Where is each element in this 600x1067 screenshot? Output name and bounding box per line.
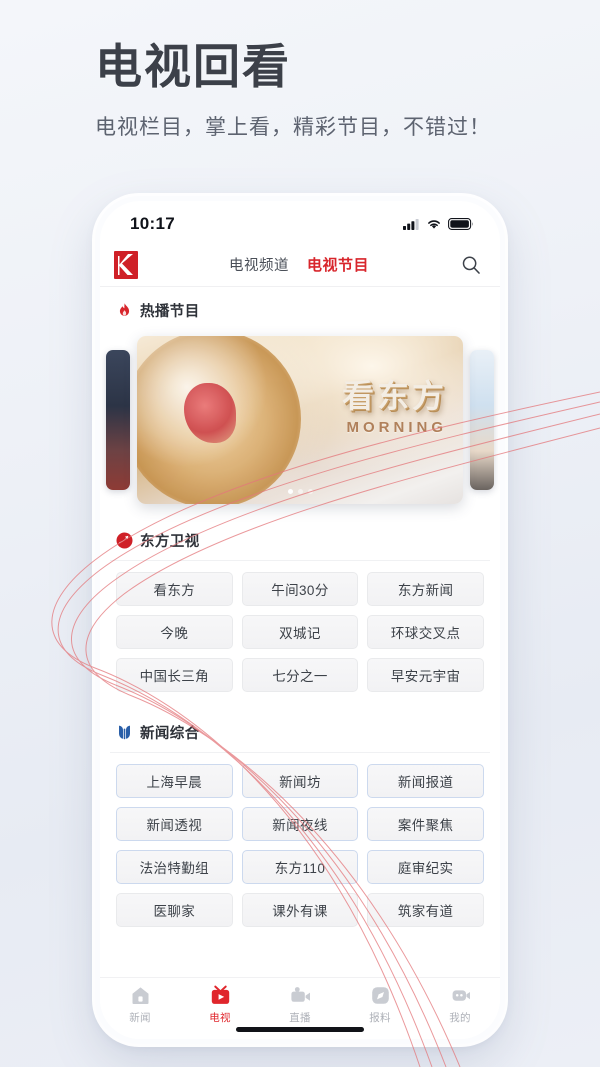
tabbar-item-live[interactable]: 直播	[267, 984, 333, 1025]
program-chip[interactable]: 今晚	[116, 615, 233, 649]
tabbar-label-mine: 我的	[449, 1012, 471, 1024]
page-subtitle: 电视栏目，掌上看，精彩节目，不错过！	[95, 115, 491, 139]
carousel-prev-slide[interactable]	[106, 350, 130, 490]
program-chip[interactable]: 午间30分	[241, 572, 359, 606]
search-icon[interactable]	[460, 254, 482, 276]
program-chip[interactable]: 课外有课	[241, 893, 359, 927]
carousel-next-slide[interactable]	[470, 350, 494, 490]
program-chip[interactable]: 新闻夜线	[241, 807, 359, 841]
program-chip[interactable]: 筑家有道	[367, 893, 484, 927]
tabbar-item-mine[interactable]: 我的	[427, 984, 493, 1025]
program-chip[interactable]: 早安元宇宙	[367, 658, 484, 692]
tabbar-label-report: 报料	[369, 1012, 391, 1024]
program-grid-news-comprehensive: 上海早晨 新闻坊 新闻报道 新闻透视 新闻夜线 案件聚焦 法治特勤组 东方110…	[110, 753, 490, 933]
phone-mockup: 10:17 电视频道 电视节目 热播节目 看东方 MORNING 东方卫视 看东…	[95, 196, 505, 1044]
program-chip[interactable]: 上海早晨	[116, 764, 233, 798]
carousel-dot-2[interactable]	[297, 489, 303, 494]
wifi-icon	[428, 220, 440, 229]
globe-graphic	[137, 336, 301, 504]
program-chip[interactable]: 新闻坊	[241, 764, 359, 798]
program-chip[interactable]: 看东方	[116, 572, 233, 606]
program-chip[interactable]: 案件聚焦	[367, 807, 484, 841]
carousel-dot-1[interactable]	[287, 489, 293, 494]
video-camera-icon	[290, 987, 310, 1002]
phone-screen: 10:17 电视频道 电视节目 热播节目 看东方 MORNING 东方卫视 看东…	[100, 201, 500, 1039]
kankan-news-logo	[114, 250, 138, 279]
program-carousel[interactable]: 看东方 MORNING	[100, 330, 500, 510]
tabbar-item-report[interactable]: 报料	[347, 984, 413, 1025]
section-dragon-tv: 东方卫视 看东方 午间30分 东方新闻 今晚 双城记 环球交叉点 中国长三角 七…	[110, 520, 490, 698]
banner-title-block: 看东方 MORNING	[342, 380, 447, 436]
tv-play-icon	[211, 985, 229, 1004]
banner-title-en: MORNING	[346, 419, 447, 436]
battery-full-icon	[448, 218, 473, 230]
section-news-comprehensive: 新闻综合 上海早晨 新闻坊 新闻报道 新闻透视 新闻夜线 案件聚焦 法治特勤组 …	[110, 712, 490, 933]
tabbar-item-news[interactable]: 新闻	[107, 984, 173, 1025]
carousel-dots[interactable]	[137, 489, 463, 494]
program-chip[interactable]: 东方110	[241, 850, 359, 884]
banner-title-cn: 看东方	[341, 378, 447, 414]
tabbar-item-tv[interactable]: 电视	[187, 984, 253, 1025]
program-chip[interactable]: 新闻透视	[116, 807, 233, 841]
screen-scroll-area[interactable]: 热播节目 看东方 MORNING 东方卫视 看东方 午间30分 东方新闻 今晚 …	[100, 287, 500, 977]
hot-section-header: 热播节目	[100, 287, 500, 330]
section-header-news-comprehensive: 新闻综合	[110, 712, 490, 753]
carousel-active-slide[interactable]: 看东方 MORNING	[137, 336, 463, 504]
status-bar: 10:17	[100, 201, 500, 243]
tabbar-label-live: 直播	[289, 1012, 311, 1024]
flame-icon	[119, 303, 130, 316]
program-chip[interactable]: 法治特勤组	[116, 850, 233, 884]
navbar-tabs: 电视频道 电视节目	[138, 254, 460, 275]
home-indicator	[236, 1027, 364, 1032]
program-chip[interactable]: 新闻报道	[367, 764, 484, 798]
cellular-signal-icon	[403, 219, 419, 230]
program-chip[interactable]: 环球交叉点	[367, 615, 484, 649]
compass-icon	[371, 987, 389, 1004]
bottom-tabbar: 新闻 电视 直播 报料 我的	[100, 977, 500, 1039]
tab-tv-channels[interactable]: 电视频道	[229, 254, 289, 275]
news-comprehensive-icon	[119, 725, 130, 740]
section-title-news-comprehensive: 新闻综合	[140, 726, 200, 742]
section-title-dragon-tv: 东方卫视	[140, 534, 200, 550]
person-icon	[452, 990, 470, 1001]
hot-section-title: 热播节目	[140, 304, 200, 320]
program-chip[interactable]: 庭审纪实	[367, 850, 484, 884]
program-chip[interactable]: 双城记	[241, 615, 359, 649]
page-header: 电视回看 电视栏目，掌上看，精彩节目，不错过！	[95, 40, 555, 141]
program-chip[interactable]: 东方新闻	[367, 572, 484, 606]
status-icons	[403, 218, 474, 230]
program-chip[interactable]: 中国长三角	[116, 658, 233, 692]
dragon-tv-icon	[116, 532, 133, 549]
program-grid-dragon-tv: 看东方 午间30分 东方新闻 今晚 双城记 环球交叉点 中国长三角 七分之一 早…	[110, 561, 490, 698]
tabbar-label-news: 新闻	[129, 1012, 151, 1024]
page-title: 电视回看	[95, 40, 291, 93]
home-icon	[132, 987, 148, 1004]
carousel-dot-3[interactable]	[307, 489, 313, 494]
program-chip[interactable]: 医聊家	[116, 893, 233, 927]
section-header-dragon-tv: 东方卫视	[110, 520, 490, 561]
tabbar-label-tv: 电视	[209, 1012, 231, 1024]
app-navbar: 电视频道 电视节目	[100, 243, 500, 287]
status-time: 10:17	[130, 214, 175, 233]
program-chip[interactable]: 七分之一	[241, 658, 359, 692]
tab-tv-programs[interactable]: 电视节目	[307, 254, 369, 275]
